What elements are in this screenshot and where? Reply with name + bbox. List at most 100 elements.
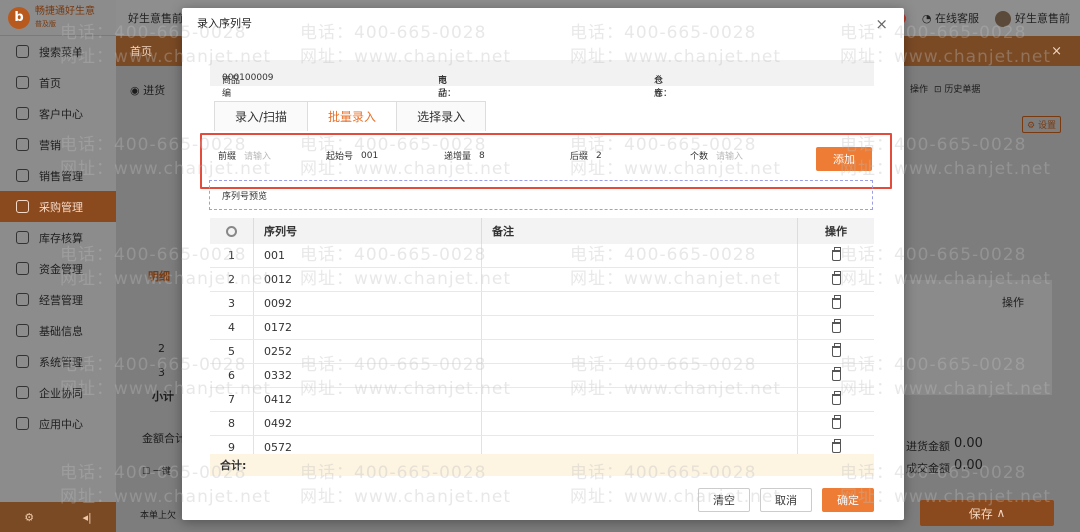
- serial-cell[interactable]: 0332: [254, 364, 482, 387]
- sidebar-item-0[interactable]: 搜索菜单: [0, 36, 116, 67]
- prefix-input[interactable]: 请输入: [244, 149, 271, 162]
- delete-icon[interactable]: [831, 295, 841, 309]
- add-button[interactable]: 添加: [816, 147, 872, 171]
- delete-icon[interactable]: [831, 367, 841, 381]
- sidebar-item-label: 销售管理: [39, 169, 83, 183]
- detail-tab[interactable]: 明细: [148, 268, 170, 284]
- suffix-input[interactable]: 2: [596, 151, 602, 161]
- row-number: 3: [210, 292, 254, 315]
- row-number: 1: [210, 244, 254, 267]
- delete-icon[interactable]: [831, 271, 841, 285]
- serial-cell[interactable]: 0172: [254, 316, 482, 339]
- cancel-button[interactable]: 取消: [760, 488, 812, 512]
- delete-icon[interactable]: [831, 247, 841, 261]
- suffix-field[interactable]: 后缀 2: [570, 149, 602, 163]
- tab-entry-mode-0[interactable]: 录入/扫描: [214, 101, 309, 131]
- sidebar-item-5[interactable]: 采购管理: [0, 191, 116, 222]
- count-input[interactable]: 请输入: [716, 149, 743, 162]
- tab-entry-mode-2[interactable]: 选择录入: [396, 101, 487, 131]
- sidebar-item-7[interactable]: 资金管理: [0, 253, 116, 284]
- delete-icon[interactable]: [831, 415, 841, 429]
- row-number: 5: [210, 340, 254, 363]
- sidebar-item-3[interactable]: 营销: [0, 129, 116, 160]
- remark-cell[interactable]: [482, 316, 798, 339]
- sidebar-item-label: 库存核算: [39, 231, 83, 245]
- serial-cell[interactable]: 0492: [254, 412, 482, 435]
- sidebar-item-label: 应用中心: [39, 417, 83, 431]
- history-link[interactable]: ⊡ 历史单据: [934, 82, 980, 95]
- ops-cell: [798, 244, 874, 267]
- remark-cell[interactable]: [482, 388, 798, 411]
- sidebar-item-9[interactable]: 基础信息: [0, 315, 116, 346]
- table-header: 序列号 备注 操作: [210, 218, 874, 244]
- toolbar-ops[interactable]: 操作: [910, 82, 928, 95]
- delete-icon[interactable]: [831, 391, 841, 405]
- increment-field[interactable]: 递增量 8: [444, 149, 485, 163]
- save-button[interactable]: 保存 ∧: [920, 500, 1054, 526]
- remark-cell[interactable]: [482, 340, 798, 363]
- header-ops: 操作: [825, 225, 847, 238]
- header-remark: 备注: [482, 218, 798, 244]
- sidebar-item-12[interactable]: 应用中心: [0, 408, 116, 439]
- close-tab-icon[interactable]: ×: [1051, 44, 1062, 59]
- sidebar-item-label: 企业协同: [39, 386, 83, 400]
- user-menu[interactable]: 好生意售前: [995, 10, 1070, 27]
- sidebar-item-10[interactable]: 系统管理: [0, 346, 116, 377]
- increment-label: 递增量: [444, 152, 472, 162]
- total-label: 合计:: [220, 459, 247, 472]
- delete-icon[interactable]: [831, 343, 841, 357]
- purchase-amount: 0.00: [954, 436, 983, 451]
- start-field[interactable]: 起始号 001: [326, 149, 378, 163]
- increment-input[interactable]: 8: [479, 151, 485, 161]
- sidebar-item-label: 采购管理: [39, 200, 83, 214]
- tab-entry-mode-1[interactable]: 批量录入: [307, 101, 398, 131]
- start-input[interactable]: 001: [361, 151, 378, 161]
- serial-cell[interactable]: 0412: [254, 388, 482, 411]
- remark-cell[interactable]: [482, 364, 798, 387]
- logo-icon: b: [8, 6, 30, 29]
- product-code-value: 000100009: [222, 73, 274, 83]
- customer-icon: [16, 107, 29, 120]
- confirm-button[interactable]: 确定: [822, 488, 874, 512]
- radio-purchase[interactable]: ◉ 进货: [130, 82, 165, 98]
- clear-button[interactable]: 清空: [698, 488, 750, 512]
- company-name[interactable]: 好生意售前: [128, 10, 183, 26]
- serial-cell[interactable]: 001: [254, 244, 482, 267]
- count-label: 个数: [690, 152, 709, 162]
- sidebar-item-4[interactable]: 销售管理: [0, 160, 116, 191]
- count-field[interactable]: 个数 请输入: [690, 149, 743, 162]
- sidebar-item-11[interactable]: 企业协同: [0, 377, 116, 408]
- column-settings-icon[interactable]: [226, 225, 237, 237]
- sidebar-item-label: 搜索菜单: [39, 45, 83, 59]
- remark-cell[interactable]: [482, 292, 798, 315]
- serial-cell[interactable]: 0012: [254, 268, 482, 291]
- dialog-title: 录入序列号: [197, 17, 252, 30]
- row-number: 2: [210, 268, 254, 291]
- delete-icon[interactable]: [831, 439, 841, 453]
- remark-cell[interactable]: [482, 244, 798, 267]
- remark-cell[interactable]: [482, 412, 798, 435]
- serial-cell[interactable]: 0092: [254, 292, 482, 315]
- prefix-field[interactable]: 前缀 请输入: [218, 149, 271, 162]
- delete-icon[interactable]: [831, 319, 841, 333]
- remark-cell[interactable]: [482, 268, 798, 291]
- sidebar-item-8[interactable]: 经营管理: [0, 284, 116, 315]
- home-icon: [16, 76, 29, 89]
- serial-cell[interactable]: 0252: [254, 340, 482, 363]
- batch-entry-form: 前缀 请输入 起始号 001 递增量 8 后缀 2 个数 请输入: [206, 138, 890, 172]
- sidebar-item-6[interactable]: 库存核算: [0, 222, 116, 253]
- serial-number-dialog: 录入序列号 × 商品编码：000100009 商品：电动车 仓库：总仓 录入/扫…: [182, 8, 904, 520]
- close-icon[interactable]: ×: [875, 15, 888, 33]
- collapse-sidebar-icon[interactable]: ◂|: [83, 511, 92, 524]
- sidebar-item-2[interactable]: 客户中心: [0, 98, 116, 129]
- settings-gear-icon[interactable]: ⚙: [24, 511, 34, 524]
- tab-home[interactable]: 首页: [130, 43, 152, 59]
- online-service-link[interactable]: ◔ 在线客服: [922, 10, 979, 26]
- table-row: 2 0012: [210, 268, 874, 292]
- table-row: 3 0092: [210, 292, 874, 316]
- subtotal-label: 小计: [152, 390, 174, 403]
- settings-button[interactable]: ⚙ 设置: [1022, 116, 1061, 133]
- onekey-checkbox[interactable]: ☐ 一键: [142, 464, 171, 477]
- bg-ops-panel: 操作: [902, 280, 1052, 395]
- sidebar-item-1[interactable]: 首页: [0, 67, 116, 98]
